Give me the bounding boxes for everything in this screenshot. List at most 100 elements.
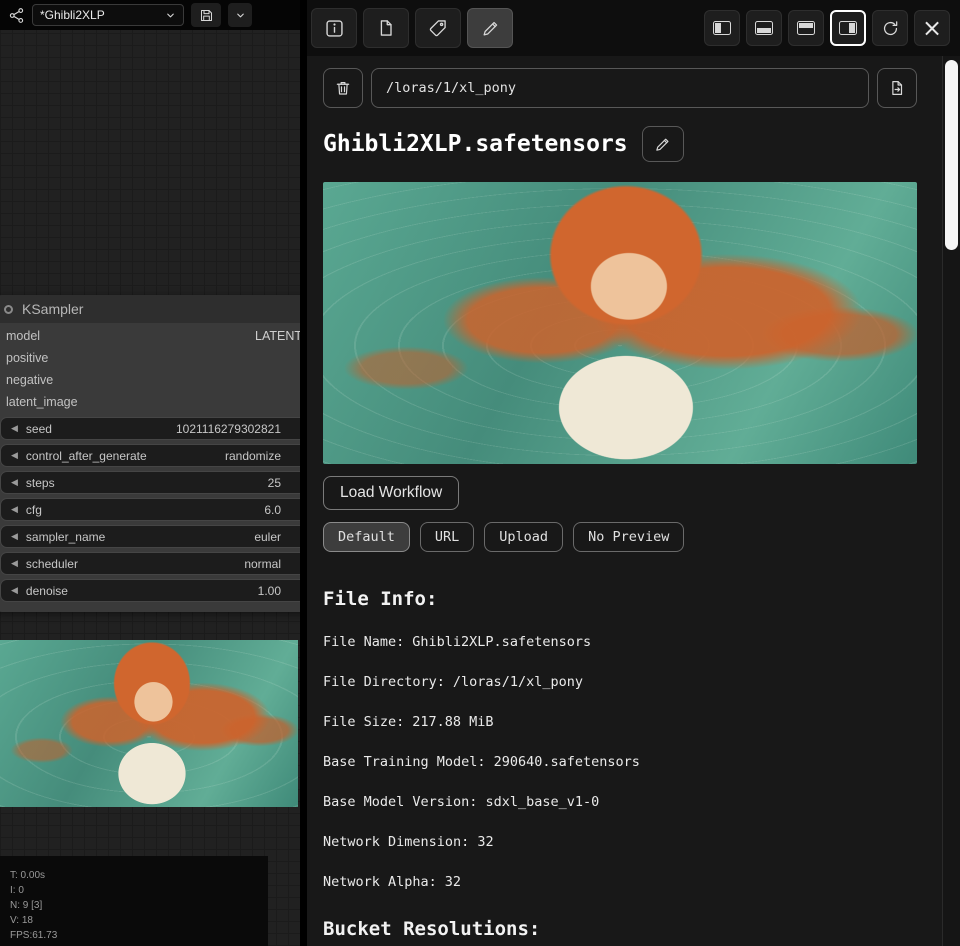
info-label: File Directory: — [323, 674, 445, 690]
widget-name: steps — [26, 476, 55, 490]
node-collapse-dot-icon[interactable] — [4, 305, 13, 314]
file-path-input[interactable] — [371, 68, 869, 108]
info-file-size: File Size:217.88 MiB — [323, 714, 917, 730]
close-icon: × — [922, 16, 942, 40]
tab-document[interactable] — [363, 8, 409, 48]
panel-body: Ghibli2XLP.safetensors Load Workflow Def… — [307, 56, 960, 946]
decrement-arrow-icon[interactable]: ◀ — [11, 531, 18, 542]
ksampler-node[interactable]: KSampler model LATENT positive negative … — [0, 295, 300, 612]
info-value: 32 — [445, 874, 461, 890]
stat-fps: FPS:61.73 — [10, 928, 258, 943]
input-slot-model: model LATENT — [0, 325, 300, 347]
preview-url-button[interactable]: URL — [420, 522, 474, 552]
widget-value: 1021116279302821 — [176, 422, 297, 436]
info-base-model-version: Base Model Version:sdxl_base_v1-0 — [323, 794, 917, 810]
widget-cfg[interactable]: ◀ cfg 6.0 — [0, 498, 300, 521]
decrement-arrow-icon[interactable]: ◀ — [11, 504, 18, 515]
stat-v: V: 18 — [10, 913, 258, 928]
save-workflow-button[interactable] — [191, 3, 221, 27]
input-slot-latent-image: latent_image — [0, 391, 300, 413]
decrement-arrow-icon[interactable]: ◀ — [11, 450, 18, 461]
dock-right-button[interactable] — [830, 10, 866, 46]
file-info-heading: File Info: — [323, 588, 917, 610]
preview-upload-button[interactable]: Upload — [484, 522, 563, 552]
widget-value: euler — [254, 530, 297, 544]
info-label: Base Training Model: — [323, 754, 486, 770]
refresh-button[interactable] — [872, 10, 908, 46]
widget-value: normal — [244, 557, 297, 571]
widget-value: 25 — [268, 476, 297, 490]
export-file-button[interactable] — [877, 68, 917, 108]
widget-seed[interactable]: ◀ seed 1021116279302821 — [0, 417, 300, 440]
widget-value: 6.0 — [264, 503, 297, 517]
generation-preview-image — [0, 640, 298, 807]
widget-name: scheduler — [26, 557, 78, 571]
graph-canvas[interactable]: KSampler model LATENT positive negative … — [0, 30, 300, 946]
decrement-arrow-icon[interactable]: ◀ — [11, 477, 18, 488]
decrement-arrow-icon[interactable]: ◀ — [11, 423, 18, 434]
preview-none-button[interactable]: No Preview — [573, 522, 684, 552]
widget-value: randomize — [225, 449, 297, 463]
widget-name: seed — [26, 422, 52, 436]
input-label: positive — [6, 351, 48, 365]
dock-right-icon — [839, 21, 857, 35]
info-file-directory: File Directory: /loras/1/xl_pony — [323, 674, 917, 690]
info-file-name: File Name:Ghibli2XLP.safetensors — [323, 634, 917, 650]
stat-time: T: 0.00s — [10, 868, 258, 883]
widget-scheduler[interactable]: ◀ scheduler normal — [0, 552, 300, 575]
info-label: File Name: — [323, 634, 404, 650]
decrement-arrow-icon[interactable]: ◀ — [11, 558, 18, 569]
workflow-name: *Ghibli2XLP — [40, 8, 105, 22]
bucket-resolutions-heading: Bucket Resolutions: — [323, 918, 917, 940]
input-slot-negative: negative — [0, 369, 300, 391]
input-label: latent_image — [6, 395, 78, 409]
close-panel-button[interactable]: × — [914, 10, 950, 46]
dock-top-button[interactable] — [788, 10, 824, 46]
widget-sampler-name[interactable]: ◀ sampler_name euler — [0, 525, 300, 548]
info-base-training-model: Base Training Model:290640.safetensors — [323, 754, 917, 770]
input-slot-positive: positive — [0, 347, 300, 369]
input-label: negative — [6, 373, 53, 387]
dock-bottom-icon — [755, 21, 773, 35]
workflow-selector[interactable]: *Ghibli2XLP — [32, 4, 184, 26]
info-value: /loras/1/xl_pony — [453, 674, 583, 690]
scrollbar-thumb[interactable] — [945, 60, 958, 250]
widget-name: sampler_name — [26, 530, 105, 544]
load-workflow-button[interactable]: Load Workflow — [323, 476, 459, 510]
panel-header: × — [307, 0, 960, 56]
dock-bottom-button[interactable] — [746, 10, 782, 46]
stat-i: I: 0 — [10, 883, 258, 898]
delete-button[interactable] — [323, 68, 363, 108]
node-header[interactable]: KSampler — [0, 295, 300, 323]
workflow-topbar: *Ghibli2XLP — [0, 0, 300, 30]
info-value: 217.88 MiB — [412, 714, 493, 730]
tab-tag[interactable] — [415, 8, 461, 48]
dock-left-button[interactable] — [704, 10, 740, 46]
save-options-button[interactable] — [228, 3, 252, 27]
chevron-down-icon — [165, 10, 176, 21]
input-label: model — [6, 329, 40, 343]
lora-info-panel: × Ghibli2XLP.safetensors Load Wor — [307, 0, 960, 946]
node-body: model LATENT positive negative latent_im… — [0, 323, 300, 612]
rename-button[interactable] — [642, 126, 684, 162]
node-title: KSampler — [22, 301, 83, 317]
info-label: Network Dimension: — [323, 834, 469, 850]
tab-info[interactable] — [311, 8, 357, 48]
dock-top-icon — [797, 21, 815, 35]
info-network-alpha: Network Alpha: 32 — [323, 874, 917, 890]
path-row — [323, 68, 917, 108]
share-icon[interactable] — [8, 7, 25, 24]
panel-scrollbar[interactable] — [942, 56, 960, 946]
info-label: Network Alpha: — [323, 874, 437, 890]
widget-control-after-generate[interactable]: ◀ control_after_generate randomize — [0, 444, 300, 467]
decrement-arrow-icon[interactable]: ◀ — [11, 585, 18, 596]
preview-default-button[interactable]: Default — [323, 522, 410, 552]
dock-left-icon — [713, 21, 731, 35]
output-slot-latent: LATENT — [255, 329, 300, 343]
stat-n: N: 9 [3] — [10, 898, 258, 913]
widget-steps[interactable]: ◀ steps 25 — [0, 471, 300, 494]
info-value: sdxl_base_v1-0 — [485, 794, 599, 810]
widget-denoise[interactable]: ◀ denoise 1.00 — [0, 579, 300, 602]
widget-name: cfg — [26, 503, 42, 517]
tab-edit[interactable] — [467, 8, 513, 48]
